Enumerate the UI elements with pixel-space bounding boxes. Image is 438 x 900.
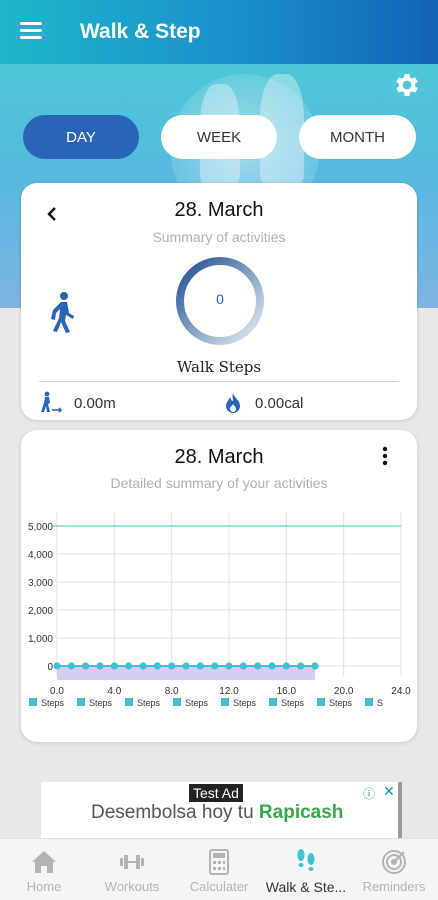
calories-value: 0.00cal: [255, 395, 304, 412]
data-point: [82, 662, 90, 670]
distance-value: 0.00m: [74, 395, 116, 412]
y-tick-label: 5,000: [28, 522, 53, 533]
legend-label: Steps: [329, 698, 353, 708]
legend-swatch: [173, 698, 181, 706]
y-tick-label: 2,000: [28, 606, 53, 617]
tab-day[interactable]: DAY: [23, 115, 139, 159]
ad-text: Desembolsa hoy tu Rapicash: [91, 802, 344, 823]
x-tick-label: 12.0: [219, 686, 239, 697]
data-point: [67, 662, 75, 670]
data-point: [125, 662, 133, 670]
data-point: [168, 662, 176, 670]
legend-swatch: [317, 698, 325, 706]
flame-icon: [226, 393, 240, 413]
y-tick-label: 3,000: [28, 578, 53, 589]
x-tick-label: 16.0: [277, 686, 297, 697]
legend-swatch: [365, 698, 373, 706]
detail-subtitle: Detailed summary of your activities: [110, 475, 328, 491]
x-tick-label: 0.0: [50, 686, 64, 697]
data-point: [311, 662, 319, 670]
nav-calculater[interactable]: Calculater: [175, 839, 263, 900]
data-point: [239, 662, 247, 670]
dumbbell-icon: [120, 855, 144, 869]
tab-week[interactable]: WEEK: [161, 115, 277, 159]
walking-person-icon: [51, 292, 74, 333]
nav-label: Home: [26, 879, 62, 894]
calculator-icon: [209, 849, 229, 875]
data-point: [139, 662, 147, 670]
y-tick-label: 0: [47, 662, 53, 673]
nav-walk-step[interactable]: Walk & Ste...: [262, 839, 350, 900]
walking-distance-icon: [41, 391, 63, 413]
summary-card: 28. March Summary of activities 0 Walk S…: [21, 183, 417, 420]
tab-month[interactable]: MONTH: [299, 115, 416, 159]
menu-icon[interactable]: [20, 22, 42, 40]
x-tick-label: 4.0: [107, 686, 121, 697]
legend-swatch: [77, 698, 85, 706]
x-tick-label: 8.0: [165, 686, 179, 697]
legend-label: Steps: [233, 698, 257, 708]
target-icon: [382, 850, 406, 874]
nav-reminders[interactable]: Reminders: [350, 839, 438, 900]
y-tick-label: 1,000: [28, 634, 53, 645]
legend-label: Steps: [185, 698, 209, 708]
data-point: [182, 662, 190, 670]
app-title: Walk & Step: [80, 20, 201, 43]
data-point: [297, 662, 305, 670]
more-vertical-icon[interactable]: [382, 446, 388, 466]
summary-subtitle: Summary of activities: [152, 229, 286, 245]
data-point: [225, 662, 233, 670]
data-point: [268, 662, 276, 670]
data-point: [282, 662, 290, 670]
ad-brand: Rapicash: [258, 802, 344, 823]
nav-label: Calculater: [189, 879, 249, 894]
data-point: [211, 662, 219, 670]
data-point: [254, 662, 262, 670]
home-icon: [32, 851, 56, 873]
x-tick-label: 24.0: [391, 686, 411, 697]
summary-date: 28. March: [174, 199, 264, 221]
detail-card: 28. March Detailed summary of your activ…: [21, 430, 417, 742]
steps-chart: 0.0 4.0 8.0 12.0 16.0 20.0 24.0 0 1,000 2,000 3,00…: [28, 512, 411, 708]
data-point: [53, 662, 61, 670]
ad-info-icon[interactable]: ⓘ: [363, 785, 375, 802]
legend-label: Steps: [41, 698, 65, 708]
legend-swatch: [221, 698, 229, 706]
data-point: [110, 662, 118, 670]
steps-progress-ring: 0: [174, 255, 266, 347]
legend-label: Steps: [89, 698, 113, 708]
legend-swatch: [29, 698, 37, 706]
ad-banner[interactable]: Test Ad Desembolsa hoy tu Rapicash ⓘ ✕: [41, 782, 398, 838]
legend-label: Steps: [281, 698, 305, 708]
y-tick-label: 4,000: [28, 550, 53, 561]
nav-label: Workouts: [104, 879, 160, 894]
data-point: [196, 662, 204, 670]
legend-label: S: [377, 698, 383, 708]
ad-edge: [398, 782, 402, 838]
data-point: [153, 662, 161, 670]
nav-label: Walk & Ste...: [265, 879, 347, 895]
steps-label: Walk Steps: [176, 358, 262, 376]
legend-swatch: [125, 698, 133, 706]
steps-value: 0: [216, 291, 224, 307]
nav-home[interactable]: Home: [0, 839, 88, 900]
nav-workouts[interactable]: Workouts: [88, 839, 176, 900]
x-tick-label: 20.0: [334, 686, 354, 697]
app-header: Walk & Step: [0, 0, 438, 64]
detail-date: 28. March: [174, 446, 264, 468]
gear-icon[interactable]: [392, 70, 422, 100]
legend-label: Steps: [137, 698, 161, 708]
ad-tag: Test Ad: [189, 784, 243, 802]
close-icon[interactable]: ✕: [383, 783, 395, 800]
legend-swatch: [269, 698, 277, 706]
footsteps-icon: [297, 849, 315, 871]
bottom-navigation: Home Workouts Calculater Walk & Ste... R…: [0, 838, 438, 900]
nav-label: Reminders: [362, 879, 426, 894]
divider: [39, 381, 399, 382]
data-point: [96, 662, 104, 670]
